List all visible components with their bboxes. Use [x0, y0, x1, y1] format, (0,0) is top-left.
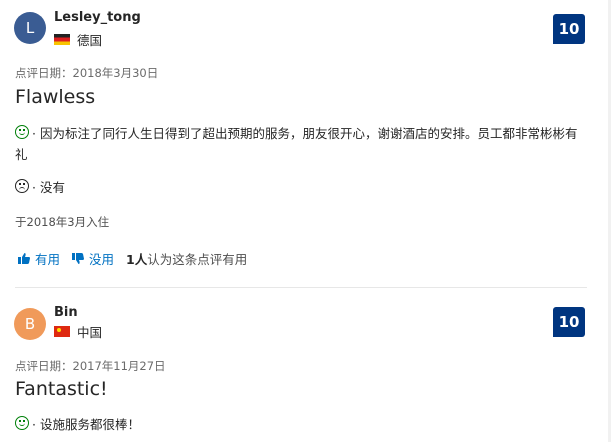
germany-flag-icon: [54, 34, 70, 45]
negative-text: · 没有: [32, 180, 65, 195]
helpful-label: 有用: [35, 252, 61, 267]
review-title: Flawless: [15, 86, 96, 108]
country-name: 德国: [77, 33, 103, 48]
helpful-button[interactable]: 有用: [18, 249, 60, 268]
reviewer-name: Bin: [54, 305, 78, 320]
stay-date: 于2018年3月入住: [15, 215, 110, 229]
reviewer-country: 德国: [54, 30, 102, 49]
unhelpful-label: 没用: [89, 252, 115, 267]
review-date: 点评日期：2018年3月30日: [15, 66, 159, 80]
avatar: L: [14, 12, 46, 44]
score-badge: 10: [553, 14, 585, 44]
helpful-count-number: 1人: [126, 252, 148, 267]
negative-comment: · 没有: [15, 177, 585, 198]
review-date: 点评日期：2017年11月27日: [15, 359, 166, 373]
positive-text: · 因为标注了同行人生日得到了超出预期的服务，朋友很开心，谢谢酒店的安排。员工都…: [15, 126, 578, 162]
country-name: 中国: [77, 325, 103, 340]
review-actions: 有用 没用 1人认为这条点评有用: [18, 249, 247, 268]
unhelpful-button[interactable]: 没用: [72, 249, 114, 268]
helpful-count-text: 认为这条点评有用: [147, 252, 248, 267]
smiley-happy-icon: [15, 416, 29, 430]
positive-comment: · 设施服务都很棒！: [15, 414, 585, 435]
reviewer-name: Lesley_tong: [54, 10, 141, 25]
avatar: B: [14, 308, 46, 340]
thumbs-up-icon: [18, 253, 30, 264]
score-badge: 10: [553, 307, 585, 337]
helpful-count: 1人认为这条点评有用: [126, 249, 247, 268]
thumbs-down-icon: [72, 253, 85, 264]
positive-text: · 设施服务都很棒！: [32, 417, 140, 432]
review-divider: [15, 287, 587, 288]
smiley-sad-icon: [15, 179, 29, 193]
reviewer-country: 中国: [54, 322, 102, 341]
review-title: Fantastic!: [15, 378, 108, 400]
smiley-happy-icon: [15, 125, 29, 139]
positive-comment: · 因为标注了同行人生日得到了超出预期的服务，朋友很开心，谢谢酒店的安排。员工都…: [15, 123, 585, 165]
china-flag-icon: [54, 326, 70, 337]
